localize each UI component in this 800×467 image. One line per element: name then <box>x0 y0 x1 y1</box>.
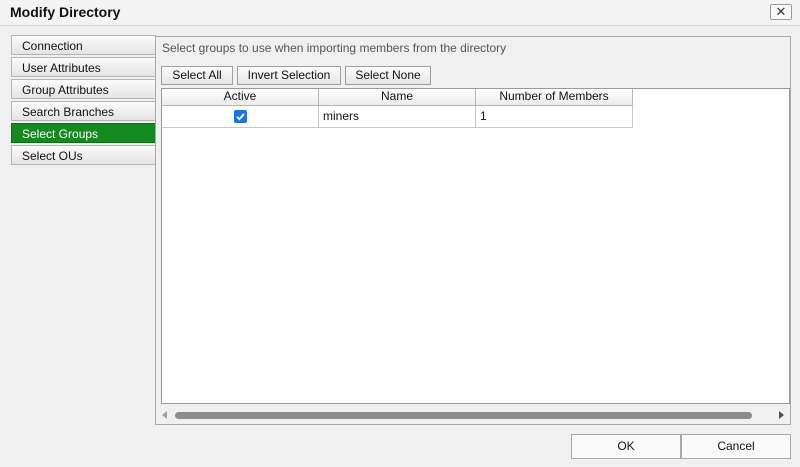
sidebar-item-connection[interactable]: Connection <box>11 35 156 55</box>
table-header: Active Name Number of Members <box>162 89 633 106</box>
sidebar-item-label: Group Attributes <box>22 83 109 97</box>
close-button[interactable]: ✕ <box>770 4 792 20</box>
scrollbar-thumb[interactable] <box>175 412 752 419</box>
select-groups-panel: Select groups to use when importing memb… <box>155 36 791 425</box>
sidebar-item-user-attributes[interactable]: User Attributes <box>11 57 156 77</box>
sidebar-item-select-ous[interactable]: Select OUs <box>11 145 156 165</box>
sidebar-item-label: Select OUs <box>22 149 83 163</box>
sidebar-item-group-attributes[interactable]: Group Attributes <box>11 79 156 99</box>
sidebar-item-label: Search Branches <box>22 105 115 119</box>
cancel-button[interactable]: Cancel <box>681 434 791 459</box>
column-header-members[interactable]: Number of Members <box>476 89 633 105</box>
window-title: Modify Directory <box>10 4 121 20</box>
invert-selection-button[interactable]: Invert Selection <box>237 66 341 85</box>
title-bar: Modify Directory ✕ <box>0 0 800 26</box>
instructions-text: Select groups to use when importing memb… <box>162 41 507 55</box>
check-icon <box>236 113 245 121</box>
select-all-button[interactable]: Select All <box>161 66 233 85</box>
ok-button[interactable]: OK <box>571 434 681 459</box>
column-header-active[interactable]: Active <box>162 89 319 105</box>
sidebar-item-select-groups[interactable]: Select Groups <box>11 123 156 143</box>
scroll-left-icon[interactable] <box>162 411 167 419</box>
scroll-right-icon[interactable] <box>779 411 784 419</box>
sidebar: Connection User Attributes Group Attribu… <box>11 35 156 167</box>
sidebar-item-search-branches[interactable]: Search Branches <box>11 101 156 121</box>
groups-table: Active Name Number of Members miners 1 <box>161 88 790 404</box>
active-checkbox[interactable] <box>234 110 247 123</box>
column-header-name[interactable]: Name <box>319 89 476 105</box>
table-row[interactable]: miners 1 <box>162 106 633 128</box>
sidebar-item-label: User Attributes <box>22 61 101 75</box>
active-cell <box>162 106 319 127</box>
sidebar-item-label: Select Groups <box>22 127 99 141</box>
horizontal-scrollbar[interactable] <box>161 409 788 422</box>
select-none-button[interactable]: Select None <box>345 66 431 85</box>
members-cell: 1 <box>476 106 633 127</box>
sidebar-item-label: Connection <box>22 39 83 53</box>
close-icon: ✕ <box>775 4 787 19</box>
name-cell: miners <box>319 106 476 127</box>
